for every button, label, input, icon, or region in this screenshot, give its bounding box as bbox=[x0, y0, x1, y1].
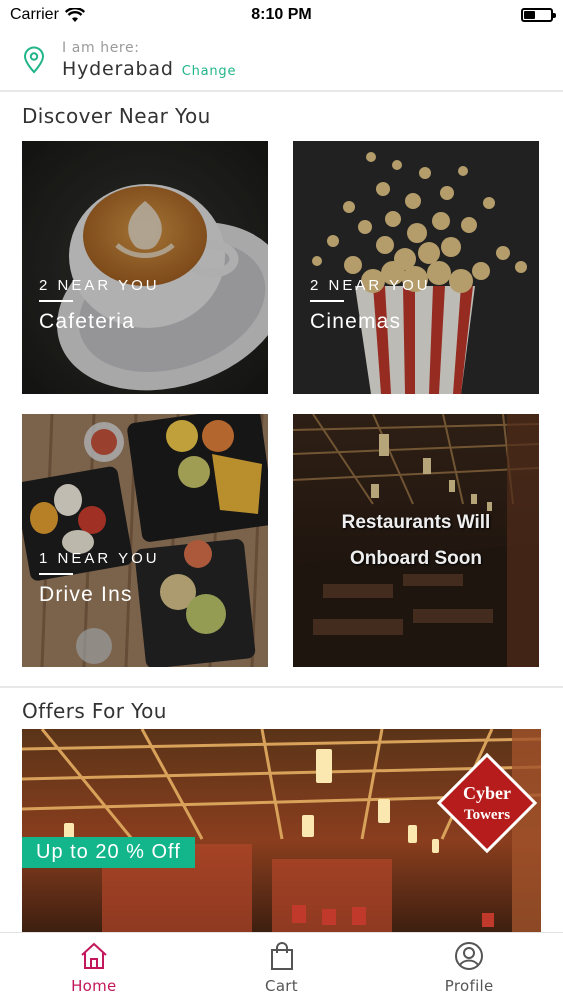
drive-ins-count: 1 NEAR YOU bbox=[39, 550, 160, 567]
location-city: Hyderabad bbox=[62, 58, 174, 80]
cinemas-count: 2 NEAR YOU bbox=[310, 277, 431, 294]
carrier-label: Carrier bbox=[10, 6, 59, 23]
shopping-bag-icon bbox=[270, 942, 293, 970]
status-time: 8:10 PM bbox=[251, 6, 312, 23]
tile-underline bbox=[310, 300, 344, 302]
battery-level bbox=[524, 11, 536, 19]
tile-cafeteria[interactable]: 2 NEAR YOU Cafeteria bbox=[22, 141, 268, 394]
offer-banner-cyber-towers[interactable]: Up to 20 % Off Cyber Towers bbox=[22, 729, 541, 932]
cinemas-image bbox=[293, 141, 539, 394]
tile-underline bbox=[39, 300, 73, 302]
bottom-tab-bar: Home Cart Profile bbox=[0, 932, 563, 1000]
cyber-towers-logo: Cyber Towers bbox=[436, 752, 538, 854]
location-caption: I am here: bbox=[62, 40, 140, 56]
discover-title: Discover Near You bbox=[22, 104, 211, 128]
offer-discount-badge: Up to 20 % Off bbox=[22, 837, 195, 868]
wifi-icon bbox=[64, 7, 85, 22]
location-header[interactable]: I am here: Hyderabad Change bbox=[0, 30, 563, 90]
location-pin-icon bbox=[23, 46, 45, 74]
drive-ins-name: Drive Ins bbox=[39, 583, 133, 606]
user-circle-icon bbox=[455, 942, 484, 970]
section-divider bbox=[0, 686, 563, 688]
cafeteria-label: 2 NEAR YOU Cafeteria bbox=[39, 277, 160, 334]
restaurants-soon-line1: Restaurants Will bbox=[341, 512, 491, 533]
tab-home-label: Home bbox=[71, 977, 117, 995]
change-location-link[interactable]: Change bbox=[182, 64, 237, 79]
cinemas-label: 2 NEAR YOU Cinemas bbox=[310, 277, 431, 334]
tile-underline bbox=[39, 573, 73, 575]
cinemas-name: Cinemas bbox=[310, 310, 402, 333]
status-left: Carrier bbox=[10, 6, 85, 24]
tile-cinemas[interactable]: 2 NEAR YOU Cinemas bbox=[293, 141, 539, 394]
cafeteria-image bbox=[22, 141, 268, 394]
restaurants-soon-text: Restaurants Will Onboard Soon bbox=[293, 505, 539, 577]
drive-ins-label: 1 NEAR YOU Drive Ins bbox=[39, 550, 160, 607]
tab-home[interactable]: Home bbox=[0, 933, 188, 1000]
cafeteria-count: 2 NEAR YOU bbox=[39, 277, 160, 294]
restaurants-soon-line2: Onboard Soon bbox=[350, 548, 482, 569]
location-row: Hyderabad Change bbox=[62, 58, 236, 80]
offers-title: Offers For You bbox=[22, 699, 167, 723]
tile-restaurants-soon[interactable]: Restaurants Will Onboard Soon bbox=[293, 414, 539, 667]
tile-drive-ins[interactable]: 1 NEAR YOU Drive Ins bbox=[22, 414, 268, 667]
home-icon bbox=[81, 942, 107, 969]
status-bar: Carrier 8:10 PM bbox=[0, 0, 563, 30]
cafeteria-name: Cafeteria bbox=[39, 310, 136, 333]
tab-profile[interactable]: Profile bbox=[375, 933, 563, 1000]
battery-icon bbox=[521, 8, 556, 22]
cyber-logo-line1: Cyber bbox=[463, 783, 511, 803]
tab-cart-label: Cart bbox=[265, 977, 298, 995]
location-text: I am here: Hyderabad Change bbox=[62, 40, 236, 80]
drive-ins-image bbox=[22, 414, 268, 667]
tab-profile-label: Profile bbox=[444, 977, 494, 995]
cyber-logo-line2: Towers bbox=[464, 807, 510, 823]
header-divider bbox=[0, 90, 563, 92]
tab-cart[interactable]: Cart bbox=[188, 933, 376, 1000]
